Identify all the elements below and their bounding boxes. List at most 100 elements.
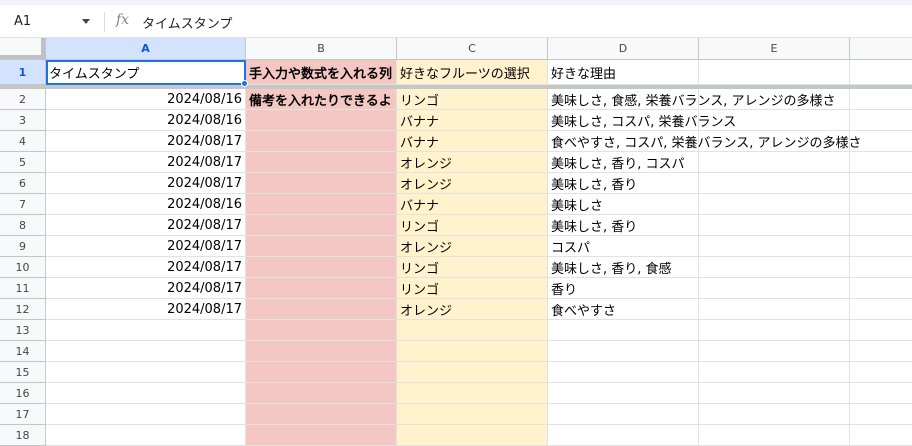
cell-a8[interactable]: 2024/08/17 [46, 215, 246, 236]
cell-e6[interactable] [699, 173, 850, 194]
cell-c16[interactable] [397, 383, 548, 404]
row-header-1[interactable]: 1 [0, 60, 46, 85]
row-header-5[interactable]: 5 [0, 152, 46, 173]
fill-handle[interactable] [241, 80, 248, 87]
cell-c15[interactable] [397, 362, 548, 383]
cell-e17[interactable] [699, 404, 850, 425]
cell-c13[interactable] [397, 320, 548, 341]
column-header-d[interactable]: D [548, 38, 699, 60]
cell-e13[interactable] [699, 320, 850, 341]
cell-b2[interactable]: 備考を入れたりできるよ [246, 89, 397, 110]
cell-a11[interactable]: 2024/08/17 [46, 278, 246, 299]
cell-c5[interactable]: オレンジ [397, 152, 548, 173]
cell-e18[interactable] [699, 425, 850, 446]
formula-input[interactable]: タイムスタンプ [142, 13, 232, 32]
cell-e8[interactable] [699, 215, 850, 236]
cell-e4[interactable] [699, 131, 850, 152]
row-header-16[interactable]: 16 [0, 383, 46, 404]
cell-f10[interactable] [850, 257, 912, 278]
cell-b4[interactable] [246, 131, 397, 152]
row-header-3[interactable]: 3 [0, 110, 46, 131]
row-header-2[interactable]: 2 [0, 89, 46, 110]
cell-d5[interactable]: 美味しさ, 香り, コスパ [548, 152, 699, 173]
cell-c12[interactable]: オレンジ [397, 299, 548, 320]
cell-d2[interactable]: 美味しさ, 食感, 栄養バランス, アレンジの多様さ [548, 89, 836, 110]
row-header-8[interactable]: 8 [0, 215, 46, 236]
cell-a4[interactable]: 2024/08/17 [46, 131, 246, 152]
row-header-18[interactable]: 18 [0, 425, 46, 446]
cell-c1[interactable]: 好きなフルーツの選択 [397, 60, 548, 85]
cell-c6[interactable]: オレンジ [397, 173, 548, 194]
cell-d18[interactable] [548, 425, 699, 446]
column-header-f[interactable] [850, 38, 912, 60]
row-header-7[interactable]: 7 [0, 194, 46, 215]
cell-d8[interactable]: 美味しさ, 香り [548, 215, 699, 236]
cell-d1[interactable]: 好きな理由 [548, 60, 699, 85]
row-header-6[interactable]: 6 [0, 173, 46, 194]
cell-b11[interactable] [246, 278, 397, 299]
cell-e3[interactable] [699, 110, 850, 131]
cell-b5[interactable] [246, 152, 397, 173]
cell-e11[interactable] [699, 278, 850, 299]
cell-f14[interactable] [850, 341, 912, 362]
cell-a17[interactable] [46, 404, 246, 425]
cell-d4[interactable]: 食べやすさ, コスパ, 栄養バランス, アレンジの多様さ [548, 131, 862, 152]
row-header-13[interactable]: 13 [0, 320, 46, 341]
cell-c10[interactable]: リンゴ [397, 257, 548, 278]
cell-f7[interactable] [850, 194, 912, 215]
cell-b10[interactable] [246, 257, 397, 278]
cell-d14[interactable] [548, 341, 699, 362]
cell-b17[interactable] [246, 404, 397, 425]
row-header-15[interactable]: 15 [0, 362, 46, 383]
cell-d12[interactable]: 食べやすさ [548, 299, 699, 320]
cell-c3[interactable]: バナナ [397, 110, 548, 131]
cell-f11[interactable] [850, 278, 912, 299]
cell-f5[interactable] [850, 152, 912, 173]
row-header-14[interactable]: 14 [0, 341, 46, 362]
cell-e16[interactable] [699, 383, 850, 404]
cell-b14[interactable] [246, 341, 397, 362]
row-header-11[interactable]: 11 [0, 278, 46, 299]
row-header-17[interactable]: 17 [0, 404, 46, 425]
cell-c2[interactable]: リンゴ [397, 89, 548, 110]
column-header-b[interactable]: B [246, 38, 397, 60]
row-header-10[interactable]: 10 [0, 257, 46, 278]
cell-a5[interactable]: 2024/08/17 [46, 152, 246, 173]
cell-e2[interactable] [699, 89, 850, 110]
cell-d10[interactable]: 美味しさ, 香り, 食感 [548, 257, 699, 278]
cell-a16[interactable] [46, 383, 246, 404]
cell-e5[interactable] [699, 152, 850, 173]
cell-c4[interactable]: バナナ [397, 131, 548, 152]
cell-f13[interactable] [850, 320, 912, 341]
cell-e14[interactable] [699, 341, 850, 362]
column-header-e[interactable]: E [699, 38, 850, 60]
column-header-c[interactable]: C [397, 38, 548, 60]
cell-a12[interactable]: 2024/08/17 [46, 299, 246, 320]
cell-f12[interactable] [850, 299, 912, 320]
cell-a1[interactable]: タイムスタンプ [46, 60, 246, 85]
cell-f16[interactable] [850, 383, 912, 404]
cell-b8[interactable] [246, 215, 397, 236]
cell-b9[interactable] [246, 236, 397, 257]
cell-f6[interactable] [850, 173, 912, 194]
row-freeze-handle[interactable] [0, 55, 46, 59]
cell-b13[interactable] [246, 320, 397, 341]
column-header-a[interactable]: A [46, 38, 246, 60]
cell-e9[interactable] [699, 236, 850, 257]
cell-f1[interactable] [850, 60, 912, 85]
cell-a15[interactable] [46, 362, 246, 383]
cell-b16[interactable] [246, 383, 397, 404]
cell-a6[interactable]: 2024/08/17 [46, 173, 246, 194]
cell-b18[interactable] [246, 425, 397, 446]
cell-f17[interactable] [850, 404, 912, 425]
cell-d9[interactable]: コスパ [548, 236, 699, 257]
cell-a9[interactable]: 2024/08/17 [46, 236, 246, 257]
cell-e12[interactable] [699, 299, 850, 320]
cell-f18[interactable] [850, 425, 912, 446]
cell-d3[interactable]: 美味しさ, コスパ, 栄養バランス [548, 110, 736, 131]
cell-d16[interactable] [548, 383, 699, 404]
cell-f2[interactable] [850, 89, 912, 110]
cell-d13[interactable] [548, 320, 699, 341]
cell-c9[interactable]: オレンジ [397, 236, 548, 257]
chevron-down-icon[interactable] [82, 19, 90, 24]
